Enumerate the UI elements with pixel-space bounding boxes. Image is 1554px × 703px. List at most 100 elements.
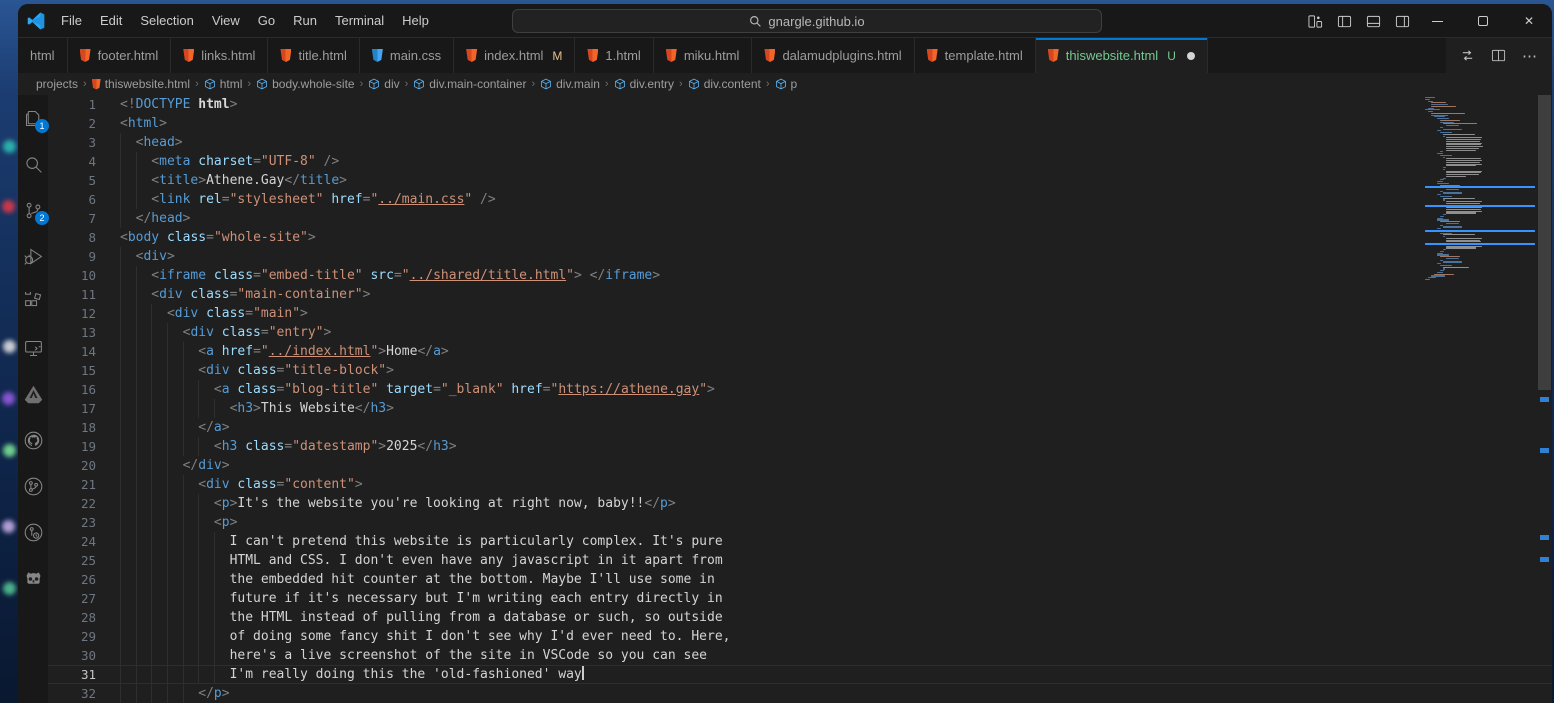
code-line-23[interactable]: 23<p>: [48, 513, 1552, 532]
scrollbar-thumb[interactable]: [1538, 95, 1551, 390]
menu-go[interactable]: Go: [250, 9, 283, 32]
code-line-14[interactable]: 14<a href="../index.html">Home</a>: [48, 342, 1552, 361]
breadcrumb-item-div.main-container[interactable]: div.main-container: [413, 77, 526, 91]
code-line-8[interactable]: 8<body class="whole-site">: [48, 228, 1552, 247]
line-number: 15: [48, 361, 96, 380]
activity-source-control[interactable]: 2: [21, 197, 45, 223]
breadcrumb-item-div.content[interactable]: div.content: [688, 77, 761, 91]
activity-a-shield[interactable]: [21, 381, 45, 407]
tab-main.css[interactable]: main.css: [360, 38, 454, 73]
line-number: 25: [48, 551, 96, 570]
code-line-25[interactable]: 25HTML and CSS. I don't even have any ja…: [48, 551, 1552, 570]
activity-run-debug[interactable]: [21, 243, 45, 269]
tab-1.html[interactable]: 1.html: [575, 38, 653, 73]
code-text: <div class="title-block">: [120, 361, 394, 380]
code-line-18[interactable]: 18</a>: [48, 418, 1552, 437]
code-line-10[interactable]: 10<iframe class="embed-title" src="../sh…: [48, 266, 1552, 285]
code-line-20[interactable]: 20</div>: [48, 456, 1552, 475]
tab-miku.html[interactable]: miku.html: [654, 38, 753, 73]
menu-help[interactable]: Help: [394, 9, 437, 32]
tab-title.html[interactable]: title.html: [268, 38, 359, 73]
breadcrumb-item-projects[interactable]: projects: [36, 77, 78, 91]
tab-thiswebsite.html[interactable]: thiswebsite.htmlU: [1036, 38, 1208, 73]
breadcrumb-item-html[interactable]: html: [204, 77, 243, 91]
command-center-search[interactable]: gnargle.github.io: [512, 9, 1102, 33]
tab-links.html[interactable]: links.html: [171, 38, 268, 73]
code-line-13[interactable]: 13<div class="entry">: [48, 323, 1552, 342]
code-line-22[interactable]: 22<p>It's the website you're looking at …: [48, 494, 1552, 513]
breadcrumb-item-thiswebsite.html[interactable]: thiswebsite.html: [92, 77, 190, 91]
activity-remote-explorer[interactable]: [21, 335, 45, 361]
minimap-line: [1446, 176, 1466, 177]
menu-file[interactable]: File: [53, 9, 90, 32]
indent-guide: [183, 532, 184, 551]
code-line-11[interactable]: 11<div class="main-container">: [48, 285, 1552, 304]
code-line-27[interactable]: 27future if it's necessary but I'm writi…: [48, 589, 1552, 608]
activity-search[interactable]: [21, 151, 45, 177]
breadcrumb-item-p[interactable]: p: [775, 77, 798, 91]
tab-template.html[interactable]: template.html: [915, 38, 1036, 73]
close-button[interactable]: ✕: [1506, 4, 1552, 38]
activity-godot[interactable]: [21, 565, 45, 591]
unsaved-dot-icon[interactable]: [1187, 52, 1195, 60]
editor-scrollbar[interactable]: [1537, 95, 1552, 703]
tab-label: thiswebsite.html: [1066, 48, 1158, 63]
code-editor[interactable]: 1<!DOCTYPE html>2<html>3<head>4<meta cha…: [48, 95, 1552, 703]
code-line-29[interactable]: 29of doing some fancy shit I don't see w…: [48, 627, 1552, 646]
menu-view[interactable]: View: [204, 9, 248, 32]
menu-terminal[interactable]: Terminal: [327, 9, 392, 32]
code-line-3[interactable]: 3<head>: [48, 133, 1552, 152]
breadcrumb-item-div.main[interactable]: div.main: [540, 77, 600, 91]
code-line-2[interactable]: 2<html>: [48, 114, 1552, 133]
tab-html[interactable]: html: [18, 38, 68, 73]
tab-footer.html[interactable]: footer.html: [68, 38, 172, 73]
indent-guide: [120, 209, 121, 228]
code-line-21[interactable]: 21<div class="content">: [48, 475, 1552, 494]
activity-extensions[interactable]: [21, 289, 45, 315]
menu-run[interactable]: Run: [285, 9, 325, 32]
breadcrumb-item-body.whole-site[interactable]: body.whole-site: [256, 77, 355, 91]
minimap[interactable]: [1425, 97, 1535, 281]
code-line-24[interactable]: 24I can't pretend this website is partic…: [48, 532, 1552, 551]
code-line-16[interactable]: 16<a class="blog-title" target="_blank" …: [48, 380, 1552, 399]
breadcrumb-item-div.entry[interactable]: div.entry: [614, 77, 674, 91]
activity-git-graph[interactable]: [21, 473, 45, 499]
open-changes-icon[interactable]: [1460, 48, 1475, 63]
code-line-17[interactable]: 17<h3>This Website</h3>: [48, 399, 1552, 418]
code-line-12[interactable]: 12<div class="main">: [48, 304, 1552, 323]
code-line-7[interactable]: 7</head>: [48, 209, 1552, 228]
search-icon: [23, 154, 44, 175]
more-actions-icon[interactable]: ⋯: [1522, 47, 1538, 65]
tab-index.html[interactable]: index.htmlM: [454, 38, 575, 73]
toggle-primary-sidebar-icon[interactable]: [1337, 14, 1352, 29]
toggle-secondary-sidebar-icon[interactable]: [1395, 14, 1410, 29]
breadcrumb-separator: ›: [766, 78, 770, 90]
code-line-28[interactable]: 28the HTML instead of pulling from a dat…: [48, 608, 1552, 627]
code-line-19[interactable]: 19<h3 class="datestamp">2025</h3>: [48, 437, 1552, 456]
activity-explorer[interactable]: 1: [21, 105, 45, 131]
menu-edit[interactable]: Edit: [92, 9, 130, 32]
toggle-panel-icon[interactable]: [1366, 14, 1381, 29]
split-editor-icon[interactable]: [1491, 48, 1506, 63]
code-line-4[interactable]: 4<meta charset="UTF-8" />: [48, 152, 1552, 171]
customize-layout-icon[interactable]: [1308, 14, 1323, 29]
breadcrumb-item-div[interactable]: div: [368, 77, 399, 91]
code-line-32[interactable]: 32</p>: [48, 684, 1552, 703]
code-line-6[interactable]: 6<link rel="stylesheet" href="../main.cs…: [48, 190, 1552, 209]
code-line-15[interactable]: 15 <div class="title-block">: [48, 361, 1552, 380]
indent-guide: [136, 494, 137, 513]
minimize-button[interactable]: [1414, 4, 1460, 38]
menu-selection[interactable]: Selection: [132, 9, 201, 32]
code-line-26[interactable]: 26the embedded hit counter at the bottom…: [48, 570, 1552, 589]
code-line-30[interactable]: 30here's a live screenshot of the site i…: [48, 646, 1552, 665]
minimap-line: [1431, 104, 1448, 105]
code-line-31[interactable]: 31I'm really doing this the 'old-fashion…: [48, 665, 1552, 684]
activity-github[interactable]: [21, 427, 45, 453]
git-status-badge: M: [552, 49, 562, 63]
tab-dalamudplugins.html[interactable]: dalamudplugins.html: [752, 38, 914, 73]
code-line-5[interactable]: 5<title>Athene.Gay</title>: [48, 171, 1552, 190]
activity-gitlens[interactable]: [21, 519, 45, 545]
maximize-button[interactable]: [1460, 4, 1506, 38]
code-line-9[interactable]: 9<div>: [48, 247, 1552, 266]
code-line-1[interactable]: 1<!DOCTYPE html>: [48, 95, 1552, 114]
